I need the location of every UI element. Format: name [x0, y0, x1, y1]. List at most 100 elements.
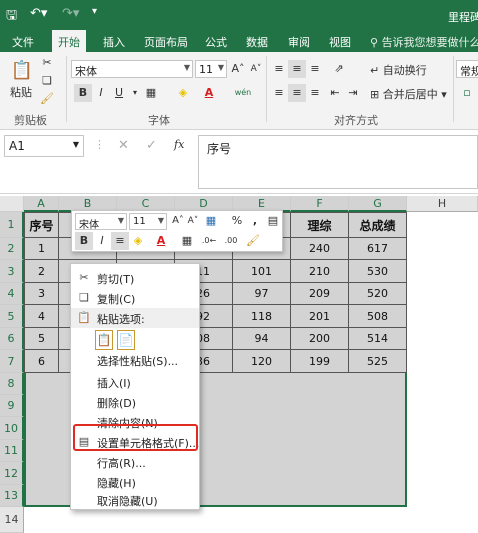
mini-percent-button[interactable]: % [228, 212, 246, 230]
fill-color-icon[interactable]: ◈ [174, 84, 192, 102]
cut-icon[interactable]: ✂ [38, 54, 56, 72]
row-header[interactable]: 4 [0, 283, 24, 305]
insert-function-button[interactable]: fx [174, 138, 184, 151]
table-cell[interactable]: 1 [24, 238, 59, 260]
table-cell[interactable]: 199 [291, 350, 349, 373]
enter-icon[interactable]: ✓ [146, 138, 157, 153]
tab-review[interactable]: 审阅 [288, 34, 310, 50]
redo-icon[interactable]: ↷▾ [62, 6, 79, 21]
table-cell[interactable]: 530 [349, 260, 407, 283]
table-cell[interactable]: 97 [233, 283, 291, 305]
row-header[interactable]: 2 [0, 238, 24, 260]
row-header[interactable]: 5 [0, 305, 24, 328]
menu-item-cut[interactable]: ✂ 剪切(T) [71, 268, 199, 288]
menu-item-hide[interactable]: 隐藏(H) [71, 472, 199, 492]
table-cell[interactable]: 3 [24, 283, 59, 305]
number-format-select[interactable]: 常规 [456, 60, 478, 78]
tab-home[interactable]: 开始 [52, 30, 86, 52]
row-header[interactable]: 14 [0, 507, 24, 533]
table-cell[interactable]: 101 [233, 260, 291, 283]
table-cell[interactable]: 514 [349, 328, 407, 350]
table-header-cell[interactable]: 序号 [24, 212, 59, 238]
shrink-font-button[interactable]: A˅ [247, 60, 265, 78]
undo-icon[interactable]: ↶▾ [30, 6, 47, 21]
column-header[interactable]: G [349, 196, 407, 212]
select-all-corner[interactable] [0, 196, 24, 212]
align-center-icon[interactable]: ≡ [288, 84, 306, 102]
font-size-select[interactable]: 11 ▼ [195, 60, 227, 78]
column-header[interactable]: F [291, 196, 349, 212]
tell-me-search[interactable]: ⚲ 告诉我您想要做什么... [370, 34, 478, 50]
tab-data[interactable]: 数据 [246, 34, 268, 50]
tab-insert[interactable]: 插入 [103, 34, 125, 50]
column-header[interactable]: A [24, 196, 59, 212]
table-cell[interactable]: 508 [349, 305, 407, 328]
copy-icon[interactable]: ❏ [38, 72, 56, 90]
table-cell[interactable]: 6 [24, 350, 59, 373]
cancel-icon[interactable]: ✕ [118, 138, 129, 153]
mini-shrink-font-button[interactable]: A˅ [184, 212, 202, 230]
menu-item-delete[interactable]: 删除(D) [71, 392, 199, 412]
table-header-cell[interactable]: 理综 [291, 212, 349, 238]
increase-indent-icon[interactable]: ⇥ [344, 84, 362, 102]
menu-item-copy[interactable]: ❏ 复制(C) [71, 288, 199, 308]
orientation-icon[interactable]: ⇗ [330, 60, 348, 78]
menu-item-insert[interactable]: 插入(I) [71, 372, 199, 392]
table-cell[interactable]: 2 [24, 260, 59, 283]
mini-center-icon[interactable]: ≡ [111, 232, 129, 250]
name-box[interactable]: A1 ▼ [4, 135, 84, 157]
mini-font-size-select[interactable]: 11 ▼ [129, 213, 167, 230]
table-cell[interactable]: 200 [291, 328, 349, 350]
row-header[interactable]: 13 [0, 485, 24, 507]
mini-comma-button[interactable]: , [246, 212, 264, 230]
tab-view[interactable]: 视图 [329, 34, 351, 50]
paste-icon[interactable]: 📋 [10, 58, 34, 84]
align-top-icon[interactable]: ≡ [270, 60, 288, 78]
mini-italic-button[interactable]: I [93, 232, 111, 250]
merge-center-button[interactable]: ⊞ 合并后居中 ▾ [370, 86, 447, 102]
paste-option-icon[interactable]: 📋 [95, 330, 113, 350]
row-header[interactable]: 8 [0, 373, 24, 395]
table-cell[interactable]: 520 [349, 283, 407, 305]
table-cell[interactable]: 94 [233, 328, 291, 350]
row-header[interactable]: 11 [0, 440, 24, 462]
align-left-icon[interactable]: ≡ [270, 84, 288, 102]
table-cell[interactable]: 525 [349, 350, 407, 373]
table-cell[interactable]: 209 [291, 283, 349, 305]
menu-item-paste-special[interactable]: 选择性粘贴(S)... [71, 350, 199, 370]
decrease-indent-icon[interactable]: ⇤ [326, 84, 344, 102]
format-painter-icon[interactable]: 🖌 [38, 90, 56, 108]
bold-button[interactable]: B [74, 84, 92, 102]
table-cell[interactable]: 120 [233, 350, 291, 373]
mini-format-painter-icon[interactable]: 🖌 [244, 232, 262, 250]
drag-handle-icon[interactable]: ⋮ [94, 138, 105, 151]
tab-page-layout[interactable]: 页面布局 [144, 34, 188, 50]
align-bottom-icon[interactable]: ≡ [306, 60, 324, 78]
table-cell[interactable]: 240 [291, 238, 349, 260]
mini-bold-button[interactable]: B [75, 232, 93, 250]
phonetic-button[interactable]: wén [232, 84, 254, 102]
table-cell[interactable]: 210 [291, 260, 349, 283]
row-header[interactable]: 10 [0, 417, 24, 440]
customize-qat-icon[interactable]: ▾ [92, 6, 97, 17]
font-color-button[interactable]: A [200, 84, 218, 102]
paste-values-icon[interactable]: 📄 [117, 330, 135, 350]
mini-borders-icon[interactable]: ▦ [178, 232, 196, 250]
row-header[interactable]: 7 [0, 350, 24, 373]
tab-formulas[interactable]: 公式 [205, 34, 227, 50]
mini-number-format-icon[interactable]: ▦ [202, 212, 220, 230]
wrap-text-button[interactable]: ↵ 自动换行 [370, 62, 427, 78]
mini-fill-color-icon[interactable]: ◈ [129, 232, 147, 250]
row-header[interactable]: 3 [0, 260, 24, 283]
paste-label[interactable]: 粘贴 [10, 84, 32, 100]
borders-icon[interactable]: ▦ [142, 84, 160, 102]
formula-input[interactable]: 序号 [198, 135, 478, 189]
table-cell[interactable]: 617 [349, 238, 407, 260]
column-header[interactable]: H [407, 196, 478, 212]
table-cell[interactable]: 201 [291, 305, 349, 328]
table-cell[interactable]: 5 [24, 328, 59, 350]
font-name-select[interactable]: 宋体 ▼ [71, 60, 193, 78]
save-icon[interactable]: 🖫 [6, 6, 17, 28]
mini-font-color-button[interactable]: A [152, 232, 170, 250]
mini-decrease-decimal-icon[interactable]: .00 [222, 232, 240, 250]
